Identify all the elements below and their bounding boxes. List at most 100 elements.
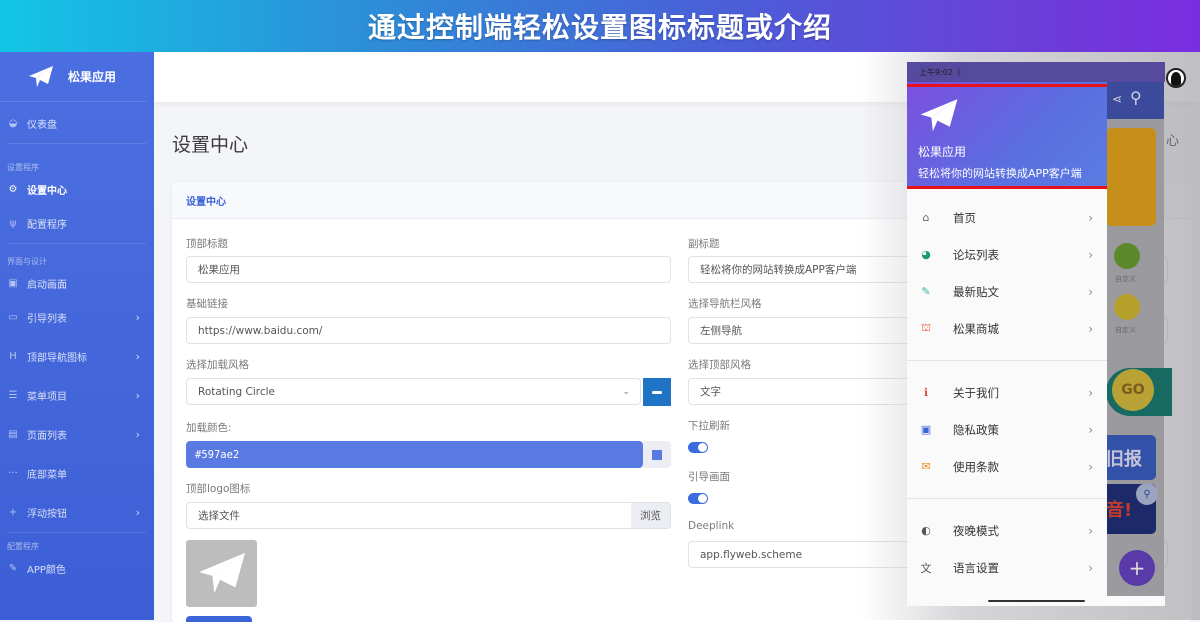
chevron-right-icon: ›: [135, 311, 140, 324]
file-input[interactable]: 选择文件: [186, 502, 632, 529]
sidebar-item-label: 底部菜单: [27, 470, 67, 481]
drawer-item-label: 隐私政策: [953, 422, 999, 437]
chat-icon: ◕: [921, 248, 931, 261]
sidebar-item-bottom-menu[interactable]: ··· 底部菜单: [0, 454, 154, 493]
divider: [7, 243, 146, 244]
home-icon: ⌂: [922, 211, 930, 224]
translate-icon: 文: [920, 561, 932, 575]
sidebar-item-top-nav-icons[interactable]: H 顶部导航图标 ›: [0, 337, 154, 376]
edit-icon: ✎: [921, 285, 931, 298]
loading-color-input[interactable]: #597ae2: [186, 441, 643, 468]
night-mode-icon: ◐: [921, 524, 931, 537]
bluetooth-icon: ᛒ: [956, 67, 962, 77]
privacy-icon: ▣: [920, 423, 932, 436]
highlight-line: [907, 186, 1107, 189]
drawer-item-about[interactable]: ℹ 关于我们 ›: [907, 374, 1107, 411]
save-button[interactable]: [186, 616, 252, 622]
drawer-item-terms[interactable]: ✉ 使用条款 ›: [907, 448, 1107, 485]
nav-style-label: 选择导航栏风格: [688, 298, 762, 310]
heading-icon: H: [9, 351, 17, 362]
sidebar-item-label: 配置程序: [27, 220, 67, 231]
go-button[interactable]: GO: [1112, 369, 1154, 411]
sidebar-item-splash[interactable]: ▣ 启动画面: [0, 268, 154, 298]
sidebar-item-label: 启动画面: [27, 279, 67, 291]
sidebar-item-label: 仪表盘: [27, 120, 57, 131]
sidebar-item-page-list[interactable]: ▤ 页面列表 ›: [0, 415, 154, 454]
sidebar-section-label: 界面与设计: [7, 257, 47, 266]
loading-style-select[interactable]: Rotating Circle ⌄: [186, 378, 641, 405]
top-title-label: 顶部标题: [186, 238, 228, 250]
sidebar-section-label: 设置程序: [7, 163, 39, 172]
drawer-item-night-mode[interactable]: ◐ 夜晚模式 ›: [907, 512, 1107, 549]
chevron-right-icon: ›: [1088, 385, 1093, 400]
chevron-right-icon: ›: [135, 506, 140, 519]
paper-plane-logo-icon: [920, 99, 958, 132]
base-link-label: 基础链接: [186, 298, 228, 310]
divider: [7, 143, 146, 144]
color-picker-swatch[interactable]: [643, 441, 671, 468]
search-float-icon[interactable]: ⚲: [1136, 483, 1158, 505]
remove-button[interactable]: [643, 378, 671, 406]
drawer-item-store[interactable]: ⛫ 松果商城 ›: [907, 310, 1107, 347]
phone-app-topbar: ⋖ ⚲: [1106, 82, 1164, 119]
sidebar-item-menu-items[interactable]: ☰ 菜单项目 ›: [0, 376, 154, 415]
drawer-item-label: 最新贴文: [953, 284, 999, 299]
game-thumbnail[interactable]: [1106, 128, 1156, 226]
drawer-item-label: 使用条款: [953, 459, 999, 474]
chevron-right-icon: ›: [1088, 247, 1093, 262]
floating-add-button[interactable]: +: [1119, 550, 1155, 586]
drawer-item-latest-posts[interactable]: ✎ 最新贴文 ›: [907, 273, 1107, 310]
sidebar-item-label: 引导列表: [27, 314, 67, 325]
pages-icon: ▤: [8, 429, 18, 440]
sidebar-item-guide-list[interactable]: ▭ 引导列表 ›: [0, 298, 154, 337]
sidebar-brand[interactable]: 松果应用: [0, 52, 146, 102]
sidebar-item-app-color[interactable]: ✎ APP颜色: [0, 553, 154, 583]
plug-icon: ψ: [9, 218, 17, 229]
sidebar-item-floating-button[interactable]: + 浮动按钮 ›: [0, 493, 154, 532]
loading-color-label: 加载颜色:: [186, 422, 232, 434]
sidebar-item-settings-center[interactable]: ⚙ 设置中心: [0, 174, 154, 204]
minus-icon: [652, 390, 662, 394]
sidebar-item-label: APP颜色: [27, 564, 66, 576]
cogs-icon: ⚙: [8, 183, 18, 195]
phone-nav-drawer: 松果应用 轻松将你的网站转换成APP客户端 ⌂ 首页 › ◕ 论坛列表 › ✎ 最新贴文 ›…: [907, 82, 1107, 606]
guide-screen-label: 引导画面: [688, 471, 730, 483]
sidebar-item-config[interactable]: ψ 配置程序: [0, 204, 154, 243]
sidebar-section-label: 配置程序: [7, 542, 39, 551]
sidebar-item-label: 设置中心: [27, 185, 67, 197]
sidebar-item-label: 菜单项目: [27, 392, 67, 403]
chevron-right-icon: ›: [1088, 560, 1093, 575]
partial-page-title: 心: [1166, 134, 1180, 149]
browse-button[interactable]: 浏览: [631, 502, 671, 529]
divider: [907, 498, 1107, 499]
user-avatar-icon[interactable]: [1166, 68, 1186, 88]
pull-refresh-toggle[interactable]: [688, 442, 708, 453]
divider: [7, 532, 146, 533]
chevron-right-icon: ›: [135, 350, 140, 363]
base-link-input[interactable]: https://www.baidu.com/: [186, 317, 671, 344]
wrench-icon: ✎: [8, 562, 18, 574]
drawer-item-label: 关于我们: [953, 385, 999, 400]
top-title-input[interactable]: 松果应用: [186, 256, 671, 283]
drawer-item-label: 夜晚模式: [953, 523, 999, 538]
loading-style-label: 选择加载风格: [186, 359, 249, 371]
search-icon[interactable]: ⚲: [1130, 88, 1142, 107]
drawer-item-home[interactable]: ⌂ 首页 ›: [907, 199, 1107, 236]
guide-screen-toggle[interactable]: [688, 493, 708, 504]
share-icon[interactable]: ⋖: [1112, 92, 1122, 106]
chevron-right-icon: ›: [1088, 321, 1093, 336]
highlight-line: [907, 84, 1107, 87]
top-logo-label: 顶部logo图标: [186, 483, 251, 495]
sidebar-item-dashboard[interactable]: ◒ 仪表盘: [0, 104, 154, 143]
drawer-item-language[interactable]: 文 语言设置 ›: [907, 549, 1107, 586]
drawer-item-forum[interactable]: ◕ 论坛列表 ›: [907, 236, 1107, 273]
home-indicator: [988, 600, 1085, 602]
phone-status-bar: 上午9:02 ᛒ: [907, 62, 1165, 82]
store-icon: ⛫: [920, 321, 932, 334]
news-banner[interactable]: 旧报: [1106, 435, 1156, 480]
pull-refresh-label: 下拉刷新: [688, 420, 730, 432]
drawer-item-privacy[interactable]: ▣ 隐私政策 ›: [907, 411, 1107, 448]
custom-shortcut-icon[interactable]: [1114, 243, 1140, 269]
custom-shortcut-icon[interactable]: [1114, 294, 1140, 320]
custom-shortcut-label: 自定义: [1115, 326, 1136, 334]
